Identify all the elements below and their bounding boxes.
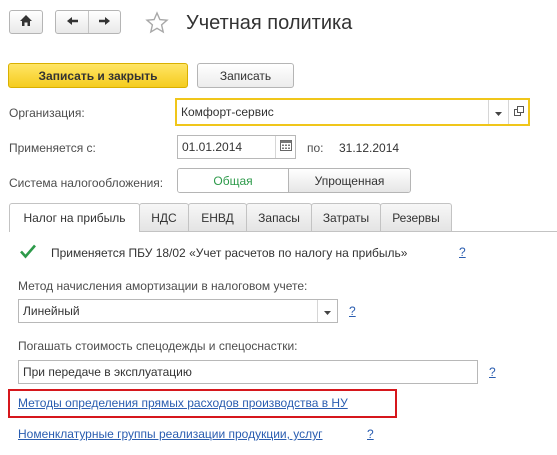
tab-inventory[interactable]: Запасы: [246, 203, 312, 231]
chevron-down-icon: [324, 304, 331, 318]
arrow-left-icon: [66, 15, 79, 29]
tax-system-option-simplified[interactable]: Упрощенная: [288, 169, 410, 192]
tab-costs[interactable]: Затраты: [311, 203, 381, 231]
applies-from-label: Применяется с:: [9, 141, 96, 155]
applies-from-date-value: 01.01.2014: [182, 140, 243, 154]
page-title: Учетная политика: [186, 12, 353, 34]
depreciation-help-link[interactable]: ?: [349, 304, 356, 318]
dropdown-button[interactable]: [488, 100, 508, 124]
home-button[interactable]: [9, 10, 43, 34]
workwear-field[interactable]: При передаче в эксплуатацию: [18, 360, 478, 384]
organization-label: Организация:: [9, 106, 85, 120]
favorite-star-icon[interactable]: [145, 11, 169, 38]
nomenclature-help-link[interactable]: ?: [367, 427, 374, 441]
depreciation-label: Метод начисления амортизации в налоговом…: [18, 279, 308, 293]
tab-reserves[interactable]: Резервы: [380, 203, 452, 231]
pbu-help-link[interactable]: ?: [459, 245, 466, 259]
checkmark-icon: [20, 244, 36, 262]
pbu-checkbox[interactable]: [20, 244, 36, 262]
applies-from-date-field[interactable]: 01.01.2014: [177, 135, 296, 159]
save-and-close-button[interactable]: Записать и закрыть: [8, 63, 188, 88]
direct-costs-methods-link[interactable]: Методы определения прямых расходов произ…: [18, 396, 348, 410]
tax-system-option-general[interactable]: Общая: [178, 169, 288, 192]
open-button[interactable]: [508, 100, 528, 124]
to-label: по:: [307, 141, 324, 155]
calendar-icon: [279, 140, 292, 154]
workwear-help-link[interactable]: ?: [489, 365, 496, 379]
save-button[interactable]: Записать: [197, 63, 294, 88]
history-navigation: [55, 10, 121, 34]
depreciation-method-value: Линейный: [23, 304, 80, 318]
calendar-button[interactable]: [275, 136, 295, 158]
pbu-checkbox-label: Применяется ПБУ 18/02 «Учет расчетов по …: [51, 246, 408, 260]
nomenclature-groups-link[interactable]: Номенклатурные группы реализации продукц…: [18, 427, 323, 441]
organization-value: Комфорт-сервис: [181, 105, 274, 119]
back-button[interactable]: [56, 11, 88, 33]
to-date-value: 31.12.2014: [339, 141, 400, 155]
open-window-icon: [513, 105, 524, 119]
chevron-down-icon: [495, 105, 502, 119]
depreciation-dropdown-button[interactable]: [317, 300, 337, 322]
forward-button[interactable]: [88, 11, 120, 33]
depreciation-method-field[interactable]: Линейный: [18, 299, 338, 323]
workwear-label: Погашать стоимость спецодежды и спецосна…: [18, 339, 298, 353]
workwear-value: При передаче в эксплуатацию: [23, 365, 192, 379]
organization-field[interactable]: Комфорт-сервис: [175, 98, 530, 126]
home-icon: [19, 14, 33, 30]
tax-system-label: Система налогообложения:: [9, 176, 164, 190]
arrow-right-icon: [98, 15, 111, 29]
tab-vat[interactable]: НДС: [139, 203, 189, 231]
tab-bar: Налог на прибыль НДС ЕНВД Запасы Затраты…: [9, 203, 452, 232]
tax-system-switch: Общая Упрощенная: [177, 168, 411, 193]
tab-profit-tax[interactable]: Налог на прибыль: [9, 203, 140, 232]
tab-envd[interactable]: ЕНВД: [188, 203, 247, 231]
